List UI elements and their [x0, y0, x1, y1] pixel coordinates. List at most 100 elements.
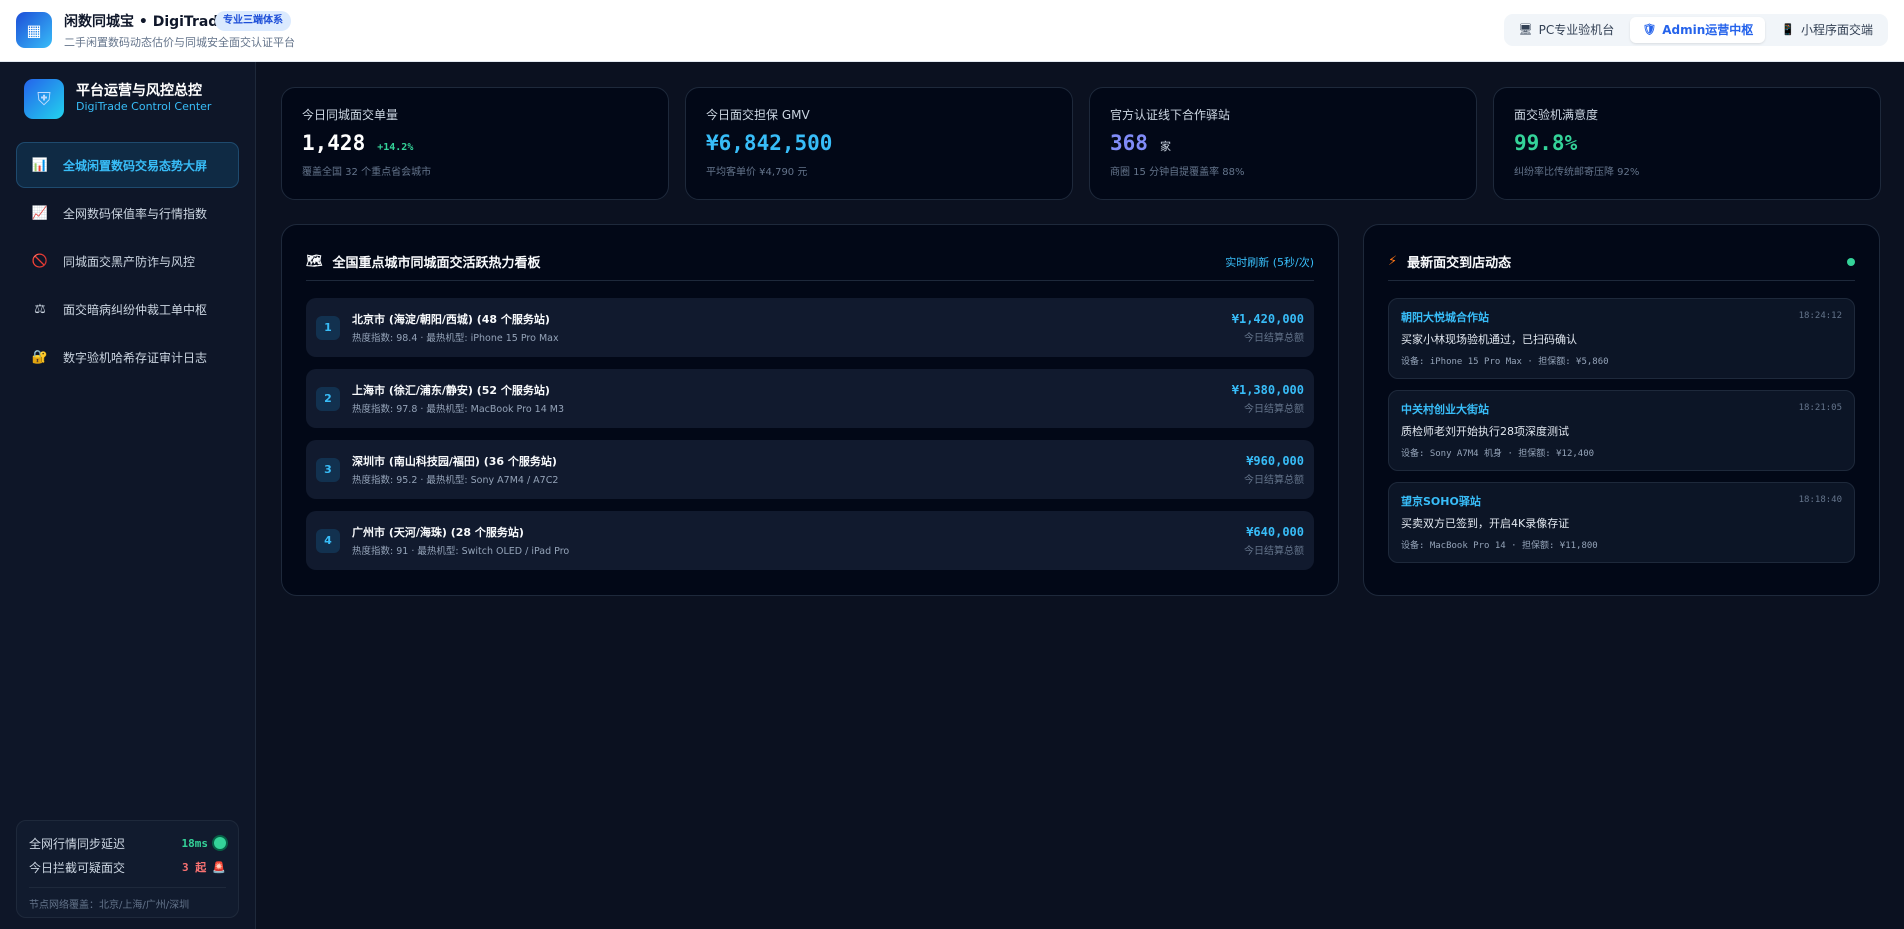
- event-card[interactable]: 望京SOHO驿站 18:18:40 买卖双方已签到，开启4K录像存证 设备: M…: [1388, 482, 1855, 563]
- kpi-label: 面交验机满意度: [1514, 108, 1599, 122]
- kpi-unit: 家: [1159, 140, 1171, 153]
- brand-title: 平台运营与风控总控: [76, 83, 202, 99]
- monitor-icon: 🖥: [1518, 23, 1533, 36]
- latency-value: 18ms: [181, 836, 209, 850]
- city-name: 上海市 (徐汇/浦东/静安) (52 个服务站): [352, 384, 550, 397]
- panel-title-wrap: 🗺 全国重点城市同城面交活跃热力看板: [306, 252, 541, 271]
- city-row[interactable]: 3 深圳市 (南山科技园/福田) (36 个服务站) 热度指数: 95.2 · …: [306, 440, 1314, 499]
- kpi-value: 99.8%: [1514, 131, 1578, 155]
- siren-icon: 🚨: [212, 860, 226, 874]
- portal-pc-button[interactable]: 🖥 PC专业验机台: [1507, 17, 1627, 43]
- live-feed-panel: ⚡ 最新面交到店动态 朝阳大悦城合作站 18:24:12 买家小林现场验机通过，…: [1363, 224, 1880, 596]
- kpi-label: 官方认证线下合作驿站: [1110, 108, 1231, 122]
- shield-icon: 🛡: [1642, 23, 1657, 36]
- kpi-card-satisfaction: 面交验机满意度 99.8% 纠纷率比传统邮寄压降 92%: [1493, 87, 1881, 200]
- sidebar: ⛨ 平台运营与风控总控 DigiTrade Control Center 📊 全…: [0, 62, 256, 929]
- blocked-row: 今日拦截可疑面交 3 起 🚨: [29, 855, 226, 879]
- city-name: 深圳市 (南山科技园/福田) (36 个服务站): [352, 455, 557, 468]
- portal-admin-button[interactable]: 🛡 Admin运营中枢: [1630, 17, 1766, 43]
- kpi-label: 今日面交担保 GMV: [706, 108, 810, 122]
- event-feed: 朝阳大悦城合作站 18:24:12 买家小林现场验机通过，已扫码确认 设备: i…: [1388, 298, 1855, 574]
- latency-row: 全网行情同步延迟 18ms: [29, 831, 226, 855]
- lightning-icon: ⚡: [1388, 254, 1398, 269]
- sidebar-item-dashboard[interactable]: 📊 全城闲置数码交易态势大屏: [16, 142, 239, 188]
- portal-label: 小程序面交端: [1800, 23, 1873, 37]
- city-row[interactable]: 2 上海市 (徐汇/浦东/静安) (52 个服务站) 热度指数: 97.8 · …: [306, 369, 1314, 428]
- refresh-link[interactable]: 实时刷新 (5秒/次): [1225, 254, 1314, 270]
- city-name: 广州市 (天河/海珠) (28 个服务站): [352, 526, 524, 539]
- app-title: 闲数同城宝 • DigiTrade: [64, 14, 228, 30]
- shield-icon: ⛨: [24, 79, 64, 119]
- blocked-value: 3 起: [182, 861, 207, 874]
- kpi-card-stations: 官方认证线下合作驿站 368 家 商圈 15 分钟自提覆盖率 88%: [1089, 87, 1477, 200]
- city-list: 1 北京市 (海淀/朝阳/西城) (48 个服务站) 热度指数: 98.4 · …: [306, 298, 1314, 582]
- sidebar-item-arbitration[interactable]: ⚖ 面交暗病纠纷仲裁工单中枢: [16, 286, 239, 332]
- sync-status-box: 全网行情同步延迟 18ms 今日拦截可疑面交 3 起 🚨 节点网络覆盖：北京/上…: [16, 820, 239, 918]
- sidebar-item-label: 全城闲置数码交易态势大屏: [63, 158, 208, 173]
- kpi-value: 368: [1110, 131, 1148, 155]
- sidebar-item-label: 数字验机哈希存证审计日志: [63, 350, 208, 365]
- city-name: 北京市 (海淀/朝阳/西城) (48 个服务站): [352, 313, 550, 326]
- event-station: 望京SOHO驿站: [1401, 495, 1481, 508]
- latency-value-wrap: 18ms: [181, 836, 226, 850]
- live-indicator-icon: [1847, 257, 1855, 266]
- kpi-note: 纠纷率比传统邮寄压降 92%: [1514, 167, 1640, 178]
- portal-label: Admin运营中枢: [1662, 23, 1754, 37]
- city-amount-label: 今日结算总额: [1244, 403, 1304, 415]
- blocked-value-wrap: 3 起 🚨: [182, 859, 226, 875]
- node-coverage-text: 节点网络覆盖：北京/上海/广州/深圳: [29, 887, 226, 911]
- trend-chart-icon: 📈: [31, 205, 49, 221]
- brand-subtitle: DigiTrade Control Center: [76, 100, 212, 113]
- city-row[interactable]: 1 北京市 (海淀/朝阳/西城) (48 个服务站) 热度指数: 98.4 · …: [306, 298, 1314, 357]
- event-card[interactable]: 中关村创业大街站 18:21:05 质检师老刘开始执行28项深度测试 设备: S…: [1388, 390, 1855, 471]
- city-amount: ¥1,420,000: [1231, 311, 1304, 326]
- sidebar-item-price-index[interactable]: 📈 全网数码保值率与行情指数: [16, 190, 239, 236]
- panel-title: 全国重点城市同城面交活跃热力看板: [332, 256, 541, 271]
- event-time: 18:24:12: [1798, 311, 1842, 321]
- rank-badge: 1: [316, 315, 340, 340]
- event-station: 中关村创业大街站: [1401, 403, 1489, 416]
- city-amount: ¥640,000: [1246, 524, 1304, 539]
- event-device: 设备: Sony A7M4 机身 · 担保额: ¥12,400: [1401, 449, 1595, 459]
- portal-label: PC专业验机台: [1538, 23, 1615, 37]
- status-dot-icon: [214, 837, 226, 849]
- kpi-label: 今日同城面交单量: [302, 108, 399, 122]
- bar-chart-icon: 📊: [31, 157, 49, 173]
- kpi-note: 覆盖全国 32 个重点省会城市: [302, 167, 432, 178]
- event-station: 朝阳大悦城合作站: [1401, 311, 1489, 324]
- kpi-card-gmv: 今日面交担保 GMV ¥6,842,500 平均客单价 ¥4,790 元: [685, 87, 1073, 200]
- sidebar-item-label: 面交暗病纠纷仲裁工单中枢: [63, 302, 208, 317]
- latency-label: 全网行情同步延迟: [29, 836, 126, 851]
- rank-badge: 2: [316, 386, 340, 411]
- city-heat-panel: 🗺 全国重点城市同城面交活跃热力看板 实时刷新 (5秒/次) 1 北京市 (海淀…: [281, 224, 1339, 596]
- sidebar-item-audit-log[interactable]: 🔐 数字验机哈希存证审计日志: [16, 334, 239, 380]
- event-device: 设备: MacBook Pro 14 · 担保额: ¥11,800: [1401, 541, 1598, 551]
- panel-title-wrap: ⚡ 最新面交到店动态: [1388, 252, 1511, 271]
- city-amount-label: 今日结算总额: [1244, 545, 1304, 557]
- event-time: 18:21:05: [1798, 403, 1842, 413]
- event-card[interactable]: 朝阳大悦城合作站 18:24:12 买家小林现场验机通过，已扫码确认 设备: i…: [1388, 298, 1855, 379]
- app-badge: 专业三端体系: [215, 11, 291, 31]
- map-icon: 🗺: [306, 254, 323, 269]
- kpi-card-orders: 今日同城面交单量 1,428 +14.2% 覆盖全国 32 个重点省会城市: [281, 87, 669, 200]
- city-meta: 热度指数: 91 · 最热机型: Switch OLED / iPad Pro: [352, 546, 570, 557]
- top-bar: ▦ 闲数同城宝 • DigiTrade 专业三端体系 二手闲置数码动态估价与同城…: [0, 0, 1904, 62]
- kpi-value: 1,428: [302, 131, 366, 155]
- sidebar-nav: 📊 全城闲置数码交易态势大屏 📈 全网数码保值率与行情指数 🚫 同城面交黑产防诈…: [16, 142, 239, 382]
- kpi-note: 平均客单价 ¥4,790 元: [706, 167, 808, 178]
- city-amount-label: 今日结算总额: [1244, 474, 1304, 486]
- blocked-label: 今日拦截可疑面交: [29, 860, 126, 875]
- main-content: 今日同城面交单量 1,428 +14.2% 覆盖全国 32 个重点省会城市 今日…: [257, 62, 1904, 929]
- sidebar-item-label: 全网数码保值率与行情指数: [63, 206, 208, 221]
- sidebar-item-anti-fraud[interactable]: 🚫 同城面交黑产防诈与风控: [16, 238, 239, 284]
- city-row[interactable]: 4 广州市 (天河/海珠) (28 个服务站) 热度指数: 91 · 最热机型:…: [306, 511, 1314, 570]
- calculator-icon: ▦: [16, 12, 52, 48]
- lock-icon: 🔐: [31, 349, 49, 365]
- event-device: 设备: iPhone 15 Pro Max · 担保额: ¥5,860: [1401, 357, 1609, 367]
- portal-miniapp-button[interactable]: 📱 小程序面交端: [1769, 17, 1885, 43]
- panel-header: 🗺 全国重点城市同城面交活跃热力看板 实时刷新 (5秒/次): [306, 243, 1314, 281]
- rank-badge: 4: [316, 528, 340, 553]
- city-amount-label: 今日结算总额: [1244, 332, 1304, 344]
- city-meta: 热度指数: 97.8 · 最热机型: MacBook Pro 14 M3: [352, 404, 564, 415]
- phone-icon: 📱: [1781, 23, 1795, 36]
